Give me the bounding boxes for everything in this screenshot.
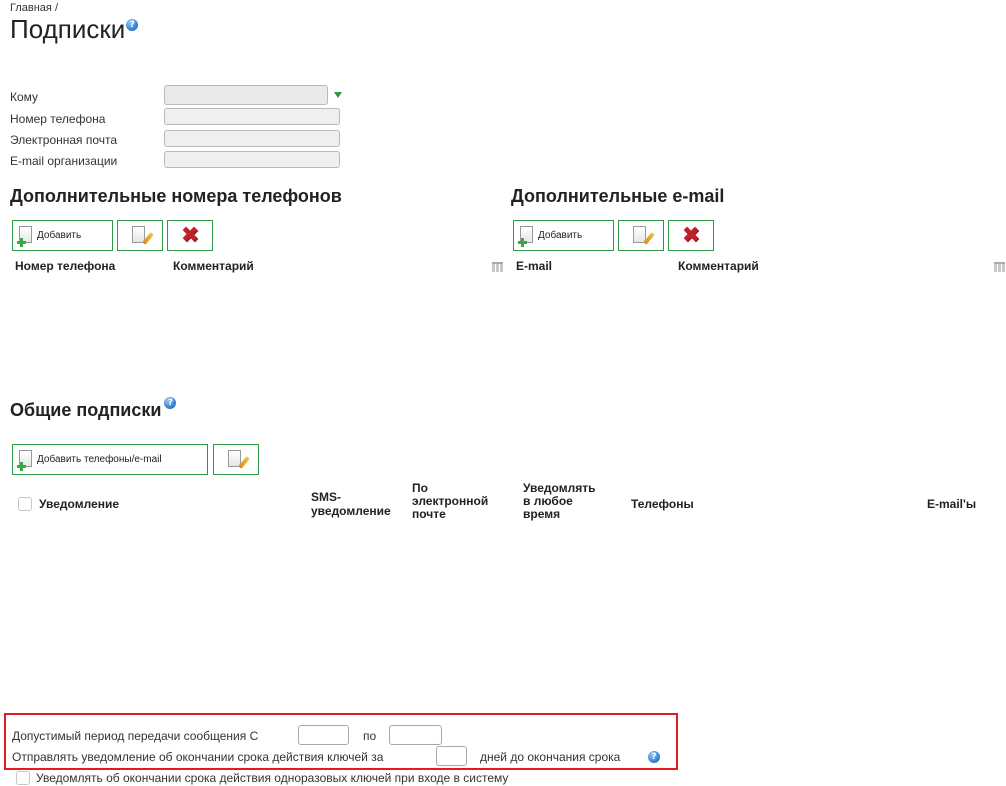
add-phones-emails-button-label: Добавить телефоны/e-mail (37, 454, 162, 465)
period-from-input[interactable] (298, 725, 349, 745)
period-label: Допустимый период передачи сообщения С (12, 729, 259, 743)
delete-icon: ✖ (681, 222, 701, 248)
emails-section-title: Дополнительные e-mail (511, 186, 725, 206)
col-sms-line1: SMS- (311, 490, 341, 504)
page-title-block: Подписки ? (10, 14, 139, 45)
onetime-keys-checkbox[interactable] (16, 771, 30, 785)
dropdown-arrow-icon[interactable] (334, 92, 342, 98)
phones-section-title: Дополнительные номера телефонов (10, 186, 342, 206)
delete-phone-button[interactable]: ✖ (167, 220, 213, 251)
col-emails[interactable]: E-mail'ы (927, 497, 976, 511)
page-title: Подписки (10, 14, 126, 44)
to-select[interactable] (164, 85, 328, 105)
expiry-label: Отправлять уведомление об окончании срок… (12, 750, 384, 764)
help-icon[interactable]: ? (164, 397, 177, 409)
add-email-button[interactable]: Добавить (513, 220, 614, 251)
period-to-input[interactable] (389, 725, 442, 745)
breadcrumb: Главная / (10, 2, 58, 14)
col-notification[interactable]: Уведомление (39, 497, 119, 511)
column-toggle-icon[interactable] (492, 262, 503, 272)
to-label: Кому (10, 90, 39, 104)
col-email-line3: почте (412, 507, 446, 521)
edit-document-icon (130, 225, 154, 247)
edit-phone-button[interactable] (117, 220, 163, 251)
edit-document-icon (631, 225, 655, 247)
col-phones[interactable]: Телефоны (631, 497, 694, 511)
expiry-days-input[interactable] (436, 746, 467, 766)
emails-col-comment[interactable]: Комментарий (678, 259, 759, 273)
breadcrumb-home-link[interactable]: Главная (10, 2, 52, 14)
expiry-suffix-label: дней до окончания срока (480, 750, 621, 764)
onetime-keys-label[interactable]: Уведомлять об окончании срока действия о… (36, 771, 508, 785)
add-phone-button[interactable]: Добавить (12, 220, 113, 251)
email-label: Электронная почта (10, 133, 118, 147)
general-section-header: Общие подписки ? (10, 397, 177, 421)
add-document-icon (17, 225, 35, 247)
phone-input[interactable] (164, 108, 340, 125)
phones-col-number[interactable]: Номер телефона (15, 259, 115, 273)
edit-subscription-button[interactable] (213, 444, 259, 475)
delete-icon: ✖ (180, 222, 200, 248)
breadcrumb-separator: / (54, 2, 58, 14)
help-icon[interactable]: ? (648, 751, 660, 763)
col-sms-line2: уведомление (311, 504, 391, 518)
select-all-checkbox[interactable] (18, 497, 32, 511)
phones-col-comment[interactable]: Комментарий (173, 259, 254, 273)
email-input[interactable] (164, 130, 340, 147)
add-email-button-label: Добавить (538, 230, 583, 241)
emails-col-email[interactable]: E-mail (516, 259, 552, 273)
add-phones-emails-button[interactable]: Добавить телефоны/e-mail (12, 444, 208, 475)
delete-email-button[interactable]: ✖ (668, 220, 714, 251)
col-sms[interactable]: SMS- уведомление (311, 490, 391, 518)
add-phone-button-label: Добавить (37, 230, 82, 241)
general-section-title: Общие подписки (10, 400, 162, 420)
period-to-label: по (363, 729, 377, 743)
add-document-icon (518, 225, 536, 247)
phone-label: Номер телефона (10, 112, 106, 126)
org-email-input[interactable] (164, 151, 340, 168)
edit-document-icon (226, 449, 250, 471)
col-anytime[interactable]: Уведомлять в любое время (523, 482, 595, 521)
org-email-label: E-mail организации (10, 154, 118, 168)
edit-email-button[interactable] (618, 220, 664, 251)
column-toggle-icon[interactable] (994, 262, 1005, 272)
col-email-channel[interactable]: По электронной почте (412, 482, 488, 521)
help-icon[interactable]: ? (126, 19, 139, 31)
add-document-icon (17, 449, 35, 471)
col-anytime-line3: время (523, 507, 561, 521)
